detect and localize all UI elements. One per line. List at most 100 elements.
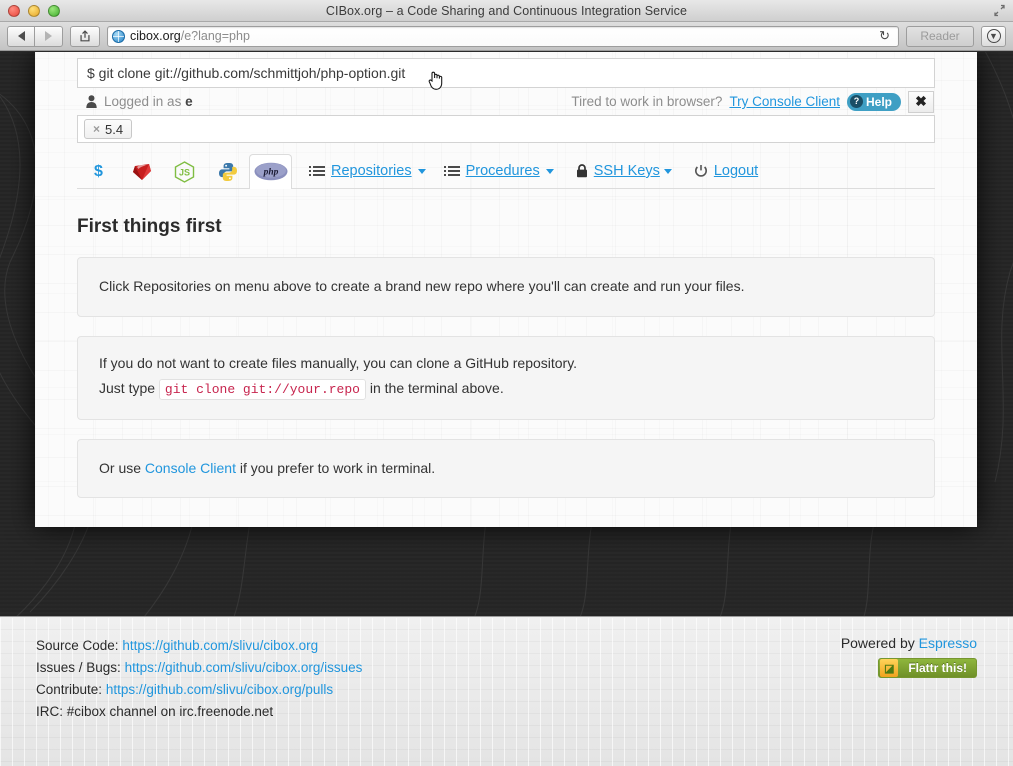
url-address-bar[interactable]: cibox.org/e?lang=php ↻ — [107, 25, 899, 47]
list-icon — [443, 166, 460, 176]
triangle-left-icon — [17, 31, 25, 41]
footer-link-row: Issues / Bugs: https://github.com/slivu/… — [36, 657, 362, 679]
navigation-tabs: $ JS php Repositories Procedures SSH Key… — [77, 153, 935, 189]
user-icon — [86, 95, 97, 108]
chevron-down-icon — [663, 168, 672, 174]
nodejs-icon: JS — [174, 160, 195, 183]
console-client-inline-link[interactable]: Console Client — [145, 460, 236, 476]
espresso-link[interactable]: Espresso — [919, 635, 977, 651]
help-label: Help — [865, 94, 892, 109]
ruby-gem-icon — [132, 163, 151, 180]
page-footer: Source Code: https://github.com/slivu/ci… — [0, 616, 1013, 766]
menu-item-label: SSH Keys — [593, 163, 660, 179]
url-path: /e?lang=php — [180, 29, 250, 43]
chevron-down-icon — [417, 168, 426, 174]
page-title: First things first — [77, 216, 222, 237]
contribute-link[interactable]: https://github.com/slivu/cibox.org/pulls — [106, 682, 333, 697]
just-type-suffix: in the terminal above. — [365, 380, 504, 397]
terminal-input[interactable]: $ git clone git://github.com/schmittjoh/… — [77, 58, 935, 90]
footer-right-column: Powered by Espresso ◪ Flattr this! — [841, 635, 977, 748]
logged-in-prefix: Logged in as — [104, 94, 186, 109]
logged-in-label: Logged in as e — [104, 94, 193, 109]
menu-item-logout[interactable]: Logout — [683, 154, 769, 188]
menu-item-label: Repositories — [331, 163, 412, 179]
page-content-card: $ git clone git://github.com/schmittjoh/… — [35, 52, 977, 527]
svg-text:php: php — [262, 168, 278, 178]
share-button[interactable] — [70, 25, 100, 47]
php-icon: php — [254, 162, 287, 181]
irc-text: #cibox channel on irc.freenode.net — [66, 703, 274, 719]
window-titlebar: CIBox.org – a Code Sharing and Continuou… — [0, 0, 1013, 22]
logged-in-username: e — [185, 94, 193, 109]
footer-link-label: Issues / Bugs: — [36, 659, 121, 675]
tab-nodejs[interactable]: JS — [163, 154, 206, 188]
forward-button[interactable] — [35, 25, 63, 47]
remove-version-icon[interactable]: × — [93, 122, 100, 136]
chevron-down-icon — [545, 168, 554, 174]
powered-by-label: Powered by Espresso — [841, 635, 977, 651]
downloads-button[interactable]: ▼ — [981, 25, 1006, 47]
flattr-label: Flattr this! — [908, 661, 967, 675]
window-title: CIBox.org – a Code Sharing and Continuou… — [325, 3, 688, 18]
safari-browser-window: CIBox.org – a Code Sharing and Continuou… — [0, 0, 1013, 766]
pointing-hand-cursor — [428, 71, 443, 90]
lock-icon — [576, 164, 587, 178]
info-panel-clone: If you do not want to create files manua… — [77, 335, 935, 420]
info-panel-line2: Just type git clone git://your.repo in t… — [99, 378, 913, 401]
or-use-prefix: Or use — [99, 459, 145, 476]
terminal-command-line: $ git clone git://github.com/schmittjoh/… — [87, 65, 406, 81]
footer-link-row: Source Code: https://github.com/slivu/ci… — [36, 635, 362, 657]
issues-bugs-link[interactable]: https://github.com/slivu/cibox.org/issue… — [125, 660, 363, 675]
info-panel-console-client: Or use Console Client if you prefer to w… — [77, 438, 935, 499]
reader-button[interactable]: Reader — [906, 25, 974, 47]
page-viewport: $ git clone git://github.com/schmittjoh/… — [0, 52, 1013, 766]
source-code-link[interactable]: https://github.com/slivu/cibox.org — [122, 638, 318, 653]
powered-by-prefix: Powered by — [840, 635, 919, 651]
triangle-right-icon — [45, 31, 52, 41]
info-panel-line1: If you do not want to create files manua… — [99, 354, 578, 371]
flattr-this-button[interactable]: ◪ Flattr this! — [878, 658, 977, 678]
flattr-icon: ◪ — [880, 659, 899, 677]
or-use-suffix: if you prefer to work in terminal. — [235, 459, 436, 476]
info-panel-repositories: Click Repositories on menu above to crea… — [77, 257, 935, 317]
tab-python[interactable] — [206, 154, 249, 188]
back-button[interactable] — [7, 25, 35, 47]
try-console-client-link[interactable]: Try Console Client — [729, 94, 840, 109]
svg-text:JS: JS — [179, 167, 190, 177]
menu-item-repositories[interactable]: Repositories — [302, 154, 437, 188]
python-icon — [218, 162, 237, 181]
help-button[interactable]: ? Help — [846, 92, 901, 111]
share-icon — [80, 30, 90, 42]
version-label: 5.4 — [105, 121, 124, 137]
tab-shell[interactable]: $ — [77, 154, 120, 188]
fullscreen-icon[interactable] — [993, 4, 1006, 17]
menu-item-procedures[interactable]: Procedures — [437, 154, 565, 188]
footer-irc-row: IRC: #cibox channel on irc.freenode.net — [36, 701, 362, 723]
list-icon — [309, 166, 325, 176]
footer-link-label: Contribute: — [36, 681, 103, 697]
tab-ruby[interactable] — [120, 154, 163, 188]
reload-icon[interactable]: ↻ — [875, 28, 894, 44]
power-icon — [694, 165, 707, 177]
site-globe-icon — [112, 29, 125, 43]
footer-link-label: Source Code: — [36, 638, 119, 653]
footer-links-list: Source Code: https://github.com/slivu/ci… — [36, 635, 362, 748]
shell-dollar-icon: $ — [94, 162, 103, 180]
info-panel-text: Click Repositories on menu above to crea… — [99, 278, 745, 294]
download-arrow-icon: ▼ — [986, 29, 1001, 43]
menu-item-label: Logout — [713, 163, 759, 179]
tab-php[interactable]: php — [249, 154, 292, 189]
irc-label: IRC: — [36, 703, 63, 719]
version-tag[interactable]: × 5.4 — [84, 119, 133, 139]
footer-link-row: Contribute: https://github.com/slivu/cib… — [36, 679, 362, 701]
status-bar: Logged in as e Tired to work in browser?… — [77, 88, 935, 115]
version-selector-row[interactable]: × 5.4 — [77, 115, 935, 143]
menu-item-ssh-keys[interactable]: SSH Keys — [565, 154, 683, 188]
tired-to-work-label: Tired to work in browser? — [571, 94, 723, 109]
close-panel-button[interactable]: ✖ — [908, 90, 934, 113]
url-host: cibox.org — [130, 29, 181, 43]
question-mark-icon: ? — [849, 95, 863, 108]
git-clone-code-snippet: git clone git://your.repo — [158, 379, 366, 401]
url-text: cibox.org/e?lang=php — [130, 29, 250, 43]
just-type-prefix: Just type — [99, 380, 159, 397]
